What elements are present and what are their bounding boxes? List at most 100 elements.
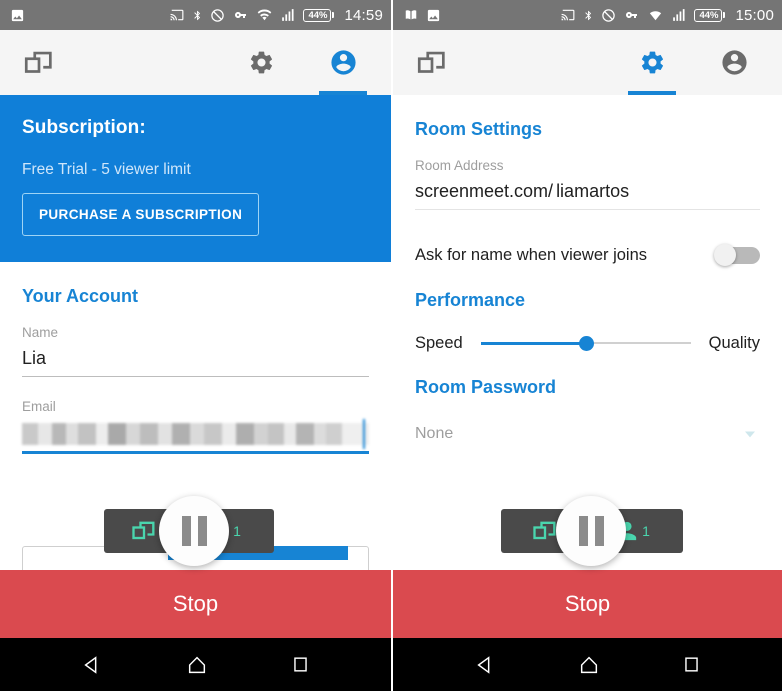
- back-button[interactable]: [81, 654, 103, 676]
- pause-icon-bar-left: [181, 516, 191, 546]
- slider-thumb[interactable]: [578, 336, 594, 351]
- name-input[interactable]: Lia: [22, 340, 369, 377]
- room-settings-heading: Room Settings: [415, 119, 543, 139]
- gear-icon: [250, 51, 272, 74]
- status-bar-right-icons: 44% 15:00: [560, 7, 774, 24]
- battery-nub: [332, 12, 335, 18]
- vpn-key-icon: [235, 12, 247, 18]
- battery-indicator: 44%: [303, 8, 335, 22]
- account-content: Your Account Name Lia Email: [0, 286, 391, 454]
- home-button[interactable]: [186, 654, 208, 676]
- image-icon: [427, 9, 440, 21]
- performance-heading: Performance: [415, 290, 526, 310]
- screen-share-icon: [417, 51, 445, 73]
- text-caret: [363, 419, 365, 449]
- battery-indicator: 44%: [694, 8, 726, 22]
- toggle-thumb: [714, 244, 736, 266]
- image-icon: [11, 9, 24, 21]
- recents-button[interactable]: [291, 655, 310, 674]
- slider-label-speed: Speed: [415, 333, 463, 352]
- account-circle-icon: [330, 50, 356, 75]
- name-field-group: Name Lia: [22, 325, 369, 377]
- recents-icon: [293, 657, 307, 672]
- battery-nub: [723, 12, 726, 18]
- book-icon: [405, 10, 417, 20]
- email-input-redacted[interactable]: [22, 419, 369, 449]
- tab-settings[interactable]: [626, 30, 678, 95]
- screen-share-icon: [24, 51, 52, 73]
- recents-button[interactable]: [682, 655, 701, 674]
- stop-button[interactable]: Stop: [393, 570, 782, 638]
- room-address-input[interactable]: screenmeet.com/liamartos: [415, 173, 760, 210]
- app-tab-bar: [0, 30, 391, 95]
- back-button[interactable]: [474, 654, 496, 676]
- email-label: Email: [22, 399, 56, 414]
- pause-button[interactable]: [556, 496, 626, 566]
- recents-icon: [685, 657, 698, 672]
- room-address-value: liamartos: [556, 181, 630, 201]
- viewer-count: 1: [233, 523, 241, 539]
- battery-percent: 44%: [303, 8, 332, 22]
- subscription-panel: Subscription: Free Trial - 5 viewer limi…: [0, 95, 391, 262]
- status-bar: 44% 15:00: [393, 0, 782, 30]
- cast-icon: [562, 9, 575, 21]
- back-icon: [84, 655, 97, 674]
- tab-list: [235, 30, 369, 95]
- performance-slider[interactable]: [480, 333, 691, 353]
- bluetooth-icon: [585, 10, 592, 20]
- your-account-heading: Your Account: [22, 286, 138, 306]
- pause-button[interactable]: [159, 496, 229, 566]
- tab-active-indicator: [628, 91, 676, 95]
- right-phone-screen: 44% 15:00 Room Settings Room Address scr…: [391, 0, 782, 691]
- room-password-dropdown[interactable]: None: [415, 424, 760, 444]
- ask-name-row: Ask for name when viewer joins: [415, 244, 760, 266]
- email-focus-underline: [22, 451, 369, 454]
- room-password-heading: Room Password: [415, 377, 557, 397]
- tab-account[interactable]: [708, 30, 760, 95]
- bluetooth-icon: [194, 10, 201, 20]
- ask-name-toggle[interactable]: [712, 244, 760, 266]
- android-nav-bar: [0, 638, 391, 691]
- do-not-disturb-icon: [211, 8, 225, 22]
- stop-label: Stop: [172, 591, 219, 616]
- room-address-label: Room Address: [415, 158, 504, 173]
- android-nav-bar: [393, 638, 782, 691]
- stop-button[interactable]: Stop: [0, 570, 391, 638]
- status-bar-right-icons: 44% 14:59: [169, 7, 383, 24]
- tab-settings[interactable]: [235, 30, 287, 95]
- vpn-key-icon: [626, 12, 638, 18]
- clock: 15:00: [735, 6, 774, 24]
- dual-screenshot: 44% 14:59 Subscription: Free Trial - 5 v…: [0, 0, 782, 691]
- back-icon: [477, 655, 490, 674]
- home-button[interactable]: [578, 654, 600, 676]
- room-password-value: None: [415, 425, 454, 442]
- purchase-subscription-button[interactable]: PURCHASE A SUBSCRIPTION: [22, 193, 260, 236]
- name-label: Name: [22, 325, 59, 340]
- stop-label: Stop: [564, 591, 611, 616]
- gear-icon: [641, 51, 663, 74]
- tab-list: [626, 30, 760, 95]
- slider-fill: [480, 342, 586, 345]
- app-brand[interactable]: [22, 46, 56, 80]
- slider-label-quality: Quality: [708, 333, 760, 352]
- screen-share-icon: [533, 521, 556, 540]
- account-circle-icon: [721, 50, 747, 75]
- left-phone-screen: 44% 14:59 Subscription: Free Trial - 5 v…: [0, 0, 391, 691]
- tab-account[interactable]: [317, 30, 369, 95]
- screen-share-icon: [132, 521, 155, 540]
- room-address-group: Room Address screenmeet.com/liamartos: [415, 158, 760, 210]
- viewer-count: 1: [642, 523, 650, 539]
- email-field-group: Email: [22, 399, 369, 454]
- subscription-status: Free Trial - 5 viewer limit: [22, 161, 191, 178]
- do-not-disturb-icon: [602, 8, 616, 22]
- home-icon: [580, 656, 598, 673]
- pause-icon-bar-right: [594, 516, 604, 546]
- clock: 14:59: [344, 6, 383, 24]
- app-tab-bar: [393, 30, 782, 95]
- tab-active-indicator: [319, 91, 367, 95]
- pause-icon-bar-left: [578, 516, 588, 546]
- wifi-icon: [258, 9, 272, 21]
- cast-icon: [171, 9, 184, 21]
- settings-content: Room Settings Room Address screenmeet.co…: [393, 119, 782, 444]
- app-brand[interactable]: [415, 46, 449, 80]
